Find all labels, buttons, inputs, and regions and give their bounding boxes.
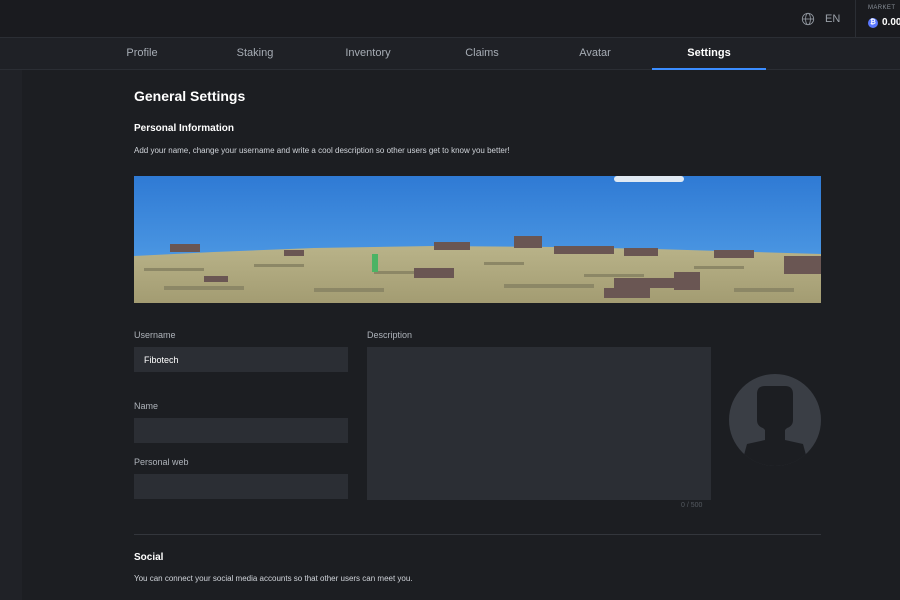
username-input[interactable]	[134, 347, 348, 372]
tab-inventory[interactable]: Inventory	[311, 38, 425, 70]
wallet-label: MARKET	[868, 5, 896, 11]
page-title: General Settings	[134, 88, 246, 104]
tab-settings[interactable]: Settings	[652, 38, 766, 70]
tab-avatar[interactable]: Avatar	[538, 38, 652, 70]
tab-profile[interactable]: Profile	[85, 38, 199, 70]
description-label: Description	[367, 330, 413, 340]
wallet-value: 0.00	[882, 17, 900, 28]
avatar[interactable]	[729, 374, 821, 466]
personal-web-label: Personal web	[134, 457, 189, 467]
personal-web-input[interactable]	[134, 474, 348, 499]
name-input[interactable]	[134, 418, 348, 443]
coin-icon: ₿	[868, 17, 878, 28]
social-heading: Social	[134, 552, 164, 563]
personal-info-description: Add your name, change your username and …	[134, 146, 510, 155]
language-selector[interactable]: EN	[801, 10, 840, 28]
tab-staking[interactable]: Staking	[198, 38, 312, 70]
banner-image	[134, 176, 821, 303]
side-panel	[0, 70, 22, 600]
globe-icon	[801, 12, 815, 26]
username-label: Username	[134, 330, 176, 340]
social-description: You can connect your social media accoun…	[134, 574, 413, 583]
profile-banner[interactable]	[134, 176, 821, 303]
name-label: Name	[134, 401, 159, 411]
language-label: EN	[825, 13, 841, 25]
user-placeholder-icon	[741, 386, 809, 466]
tab-bar: Profile Staking Inventory Claims Avatar …	[0, 38, 900, 70]
description-textarea[interactable]	[367, 347, 711, 500]
personal-info-heading: Personal Information	[134, 123, 235, 134]
section-divider	[134, 534, 821, 535]
top-bar: EN MARKET ₿ 0.00	[0, 0, 900, 38]
wallet-balance[interactable]: MARKET ₿ 0.00	[855, 0, 900, 38]
description-counter: 0 / 500	[681, 502, 703, 509]
tab-claims[interactable]: Claims	[425, 38, 539, 70]
